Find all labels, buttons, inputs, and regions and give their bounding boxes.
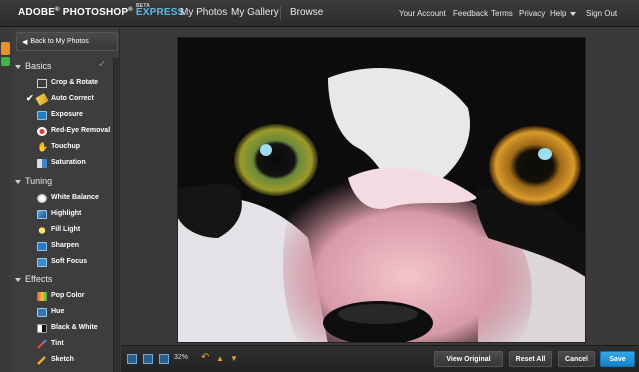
tool-label: Auto Correct: [51, 95, 94, 102]
canvas-area: [121, 28, 639, 344]
view-single-icon[interactable]: [127, 354, 137, 364]
back-arrow-icon: ◀: [22, 38, 28, 46]
highlight-icon: [37, 210, 47, 219]
beta-badge: BETA: [136, 3, 151, 9]
tool-sketch[interactable]: Sketch: [12, 354, 118, 368]
tool-label: Pop Color: [51, 292, 85, 299]
pop-color-icon: [37, 292, 47, 301]
bottom-toolbar: 32% ↶ ▲ ▼ View Original Reset All Cancel…: [121, 345, 639, 372]
save-button[interactable]: Save: [600, 351, 635, 367]
crop-icon: [37, 79, 47, 88]
tool-saturation[interactable]: Saturation: [12, 157, 118, 171]
tool-label: Sketch: [51, 356, 74, 363]
tool-label: Exposure: [51, 111, 83, 118]
tool-label: Highlight: [51, 210, 82, 217]
tool-black-white[interactable]: Black & White: [12, 322, 118, 336]
nav-my-photos[interactable]: My Photos: [180, 7, 227, 18]
link-feedback[interactable]: Feedback: [453, 9, 488, 18]
tool-hue[interactable]: Hue: [12, 306, 118, 320]
hue-icon: [37, 308, 47, 317]
tool-label: Crop & Rotate: [51, 79, 99, 86]
nav-my-gallery[interactable]: My Gallery: [231, 7, 279, 18]
photo-canvas[interactable]: [177, 37, 586, 343]
white-balance-icon: [37, 194, 47, 203]
tool-label: Black & White: [51, 324, 98, 331]
sidebar-scrollbar[interactable]: [113, 58, 119, 372]
tool-label: Touchup: [51, 143, 81, 150]
tool-label: Saturation: [51, 159, 86, 166]
photoshop-express-window: ADOBE® PHOTOSHOP® EXPRESS BETA My Photos …: [0, 0, 639, 372]
chevron-down-icon: [570, 11, 577, 16]
link-terms[interactable]: Terms: [491, 9, 513, 18]
tool-label: Soft Focus: [51, 258, 88, 265]
tool-red-eye-removal[interactable]: Red-Eye Removal: [12, 125, 118, 139]
auto-correct-icon: [35, 93, 49, 106]
fill-light-icon: [37, 226, 47, 235]
help-label: Help: [550, 9, 567, 18]
reset-all-button[interactable]: Reset All: [509, 351, 552, 367]
sketch-icon: [37, 356, 47, 365]
soft-focus-icon: [37, 258, 47, 267]
expand-triangle-icon: [15, 64, 21, 69]
touchup-hand-icon: ✋: [37, 142, 49, 152]
tool-touchup[interactable]: ✋ Touchup: [12, 141, 118, 155]
undo-icon[interactable]: ↶: [201, 352, 209, 363]
tool-fill-light[interactable]: Fill Light: [12, 224, 118, 238]
brand-logo[interactable]: ADOBE® PHOTOSHOP® EXPRESS BETA: [18, 3, 185, 18]
cat-photo-image: [178, 38, 585, 342]
black-white-icon: [37, 324, 47, 333]
top-header: ADOBE® PHOTOSHOP® EXPRESS BETA My Photos …: [0, 0, 639, 27]
back-label: Back to My Photos: [30, 38, 89, 45]
help-menu[interactable]: Help: [550, 9, 577, 18]
section-tuning-header[interactable]: Tuning: [15, 176, 52, 186]
cancel-button[interactable]: Cancel: [558, 351, 595, 367]
tool-highlight[interactable]: Highlight: [12, 208, 118, 222]
tool-label: White Balance: [51, 194, 99, 201]
tool-crop-rotate[interactable]: Crop & Rotate: [12, 77, 118, 91]
applied-check-icon: ✔: [26, 93, 34, 103]
tool-white-balance[interactable]: White Balance: [12, 192, 118, 206]
link-your-account[interactable]: Your Account: [399, 9, 446, 18]
section-title: Tuning: [25, 176, 53, 186]
nav-divider: [280, 6, 281, 20]
view-fit-icon[interactable]: [143, 354, 153, 364]
red-eye-icon: [37, 127, 47, 136]
section-title: Effects: [25, 274, 53, 284]
brand-adobe: ADOBE: [18, 7, 56, 18]
zoom-level: 32%: [174, 354, 189, 361]
expand-triangle-icon: [15, 277, 21, 282]
tool-label: Fill Light: [51, 226, 81, 233]
edit-sidebar: ◀ Back to My Photos Basics ✓ Crop & Rota…: [12, 28, 120, 372]
link-sign-out[interactable]: Sign Out: [586, 9, 617, 18]
brand-photoshop: PHOTOSHOP: [62, 7, 129, 18]
tool-soft-focus[interactable]: Soft Focus: [12, 256, 118, 270]
tool-label: Tint: [51, 340, 64, 347]
section-basics-header[interactable]: Basics: [15, 61, 52, 71]
link-privacy[interactable]: Privacy: [519, 9, 545, 18]
tool-sharpen[interactable]: Sharpen: [12, 240, 118, 254]
sharpen-icon: [37, 242, 47, 251]
view-actual-size-icon[interactable]: [159, 354, 169, 364]
tool-label: Red-Eye Removal: [51, 127, 111, 134]
section-title: Basics: [25, 61, 52, 71]
side-tab-green[interactable]: [1, 57, 10, 66]
section-effects-header[interactable]: Effects: [15, 274, 52, 284]
tool-exposure[interactable]: Exposure: [12, 109, 118, 123]
tool-auto-correct[interactable]: ✔ Auto Correct: [12, 93, 118, 107]
tool-pop-color[interactable]: Pop Color: [12, 290, 118, 304]
tool-label: Sharpen: [51, 242, 80, 249]
saturation-icon: [37, 159, 47, 168]
side-tab-orange[interactable]: [1, 42, 10, 55]
view-original-button[interactable]: View Original: [434, 351, 503, 367]
tint-icon: [37, 339, 47, 349]
nav-browse[interactable]: Browse: [290, 7, 323, 18]
redo-up-icon[interactable]: ▲: [216, 354, 224, 363]
basics-check-icon: ✓: [98, 59, 107, 70]
tool-tint[interactable]: Tint: [12, 338, 118, 352]
expand-triangle-icon: [15, 179, 21, 184]
tool-label: Hue: [51, 308, 65, 315]
redo-down-icon[interactable]: ▼: [230, 354, 238, 363]
exposure-icon: [37, 111, 47, 120]
back-to-my-photos-button[interactable]: ◀ Back to My Photos: [16, 32, 118, 51]
